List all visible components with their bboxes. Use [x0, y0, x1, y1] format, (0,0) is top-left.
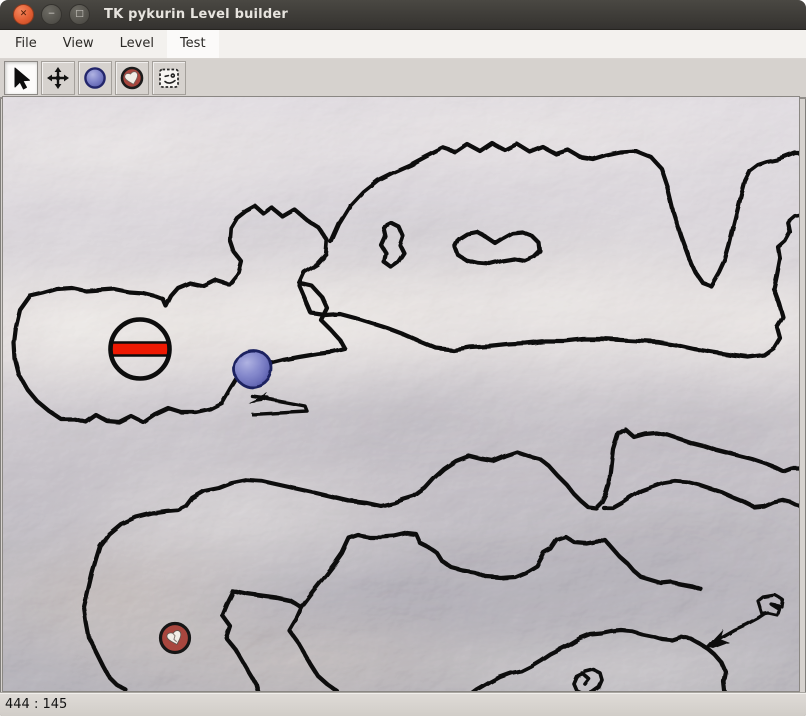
tool-select-button[interactable]	[4, 61, 38, 95]
menu-item-file[interactable]: File	[2, 30, 50, 58]
move-arrows-icon	[45, 65, 71, 91]
pointer-coordinates: 444 : 145	[5, 697, 67, 712]
maximize-icon: □	[75, 10, 84, 19]
menu-item-view[interactable]: View	[50, 30, 107, 58]
tool-move-button[interactable]	[41, 61, 75, 95]
maximize-button[interactable]: □	[69, 4, 90, 25]
title-bar[interactable]: ✕ − □ TK pykurin Level builder	[0, 0, 806, 30]
tool-ball-button[interactable]	[78, 61, 112, 95]
tool-bar	[0, 59, 806, 99]
menu-item-test[interactable]: Test	[167, 30, 219, 58]
close-icon: ✕	[20, 10, 28, 19]
window-title: TK pykurin Level builder	[104, 7, 288, 22]
menu-bar: File View Level Test	[0, 30, 806, 59]
app-window: ✕ − □ TK pykurin Level builder File View…	[0, 0, 806, 716]
heart-pickup-icon	[119, 65, 145, 91]
ball-icon	[82, 65, 108, 91]
minimize-icon: −	[48, 10, 56, 19]
menu-item-level[interactable]: Level	[107, 30, 167, 58]
tool-heart-button[interactable]	[115, 61, 149, 95]
cloud-background	[3, 97, 799, 691]
status-bar: 444 : 145	[0, 692, 806, 716]
tool-stamp-button[interactable]	[152, 61, 186, 95]
stamp-face-icon	[156, 65, 182, 91]
heart-pickup[interactable]	[161, 624, 190, 653]
level-canvas[interactable]	[3, 97, 799, 691]
cursor-arrow-icon	[8, 65, 34, 91]
close-button[interactable]: ✕	[13, 4, 34, 25]
minimize-button[interactable]: −	[41, 4, 62, 25]
